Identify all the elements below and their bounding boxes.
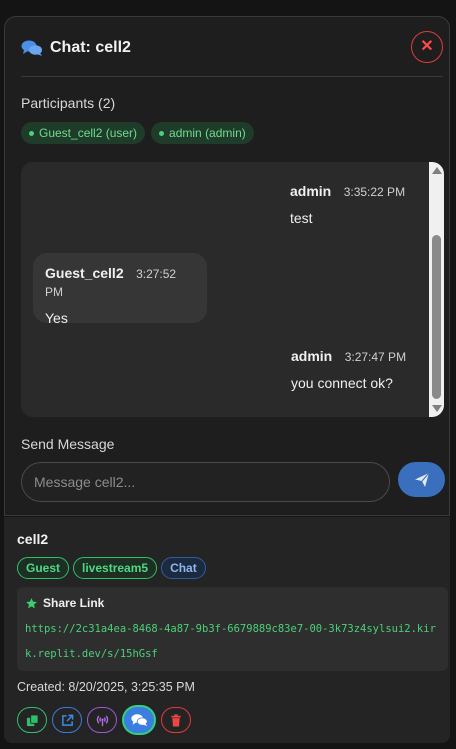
share-link-title: Share Link (43, 596, 105, 610)
delete-button[interactable] (161, 707, 191, 733)
message-scrollbar[interactable] (429, 162, 444, 417)
message-sender: admin (291, 348, 333, 364)
chat-title: Chat: cell2 (50, 39, 131, 56)
message-text: you connect ok? (291, 375, 393, 391)
message-time: 3:35:22 PM (343, 185, 406, 199)
broadcast-button[interactable] (87, 707, 117, 733)
session-title: cell2 (17, 531, 49, 547)
online-dot (29, 130, 34, 136)
session-tags: Guest livestream5 Chat (17, 557, 206, 579)
scroll-up-icon[interactable] (432, 167, 442, 174)
scroll-down-icon[interactable] (432, 405, 442, 412)
trash-icon (171, 713, 181, 727)
message-sender: Guest_cell2 (45, 265, 124, 281)
broadcast-icon (96, 714, 108, 726)
send-icon (414, 472, 429, 487)
close-icon: ✕ (420, 38, 434, 55)
message-time: 3:27:47 PM (344, 350, 407, 364)
tag-chat: Chat (161, 557, 206, 579)
message-list[interactable]: admin 3:35:22 PM test Guest_cell2 3:27:5… (21, 162, 444, 417)
send-button[interactable] (398, 462, 445, 497)
copy-button[interactable] (17, 707, 47, 733)
scrollbar-thumb[interactable] (432, 235, 441, 399)
message-item: admin 3:27:47 PM you connect ok? (291, 348, 406, 391)
tag-guest: Guest (17, 557, 70, 579)
star-icon (26, 597, 37, 608)
share-link-header: Share Link (25, 596, 104, 610)
participant-name: admin (admin) (169, 126, 246, 140)
chat-header: Chat: cell2 (21, 39, 131, 57)
card-actions (17, 705, 191, 735)
chat-icon (130, 714, 148, 727)
message-text: Yes (45, 310, 68, 326)
participants-label: Participants (2) (21, 95, 116, 111)
close-button[interactable]: ✕ (411, 31, 443, 63)
tag-stream: livestream5 (73, 557, 158, 579)
external-link-icon (61, 714, 73, 726)
copy-icon (26, 713, 39, 726)
message-text: test (290, 210, 313, 226)
message-item: admin 3:35:22 PM test (290, 183, 405, 226)
open-link-button[interactable] (52, 707, 82, 733)
message-item: Guest_cell2 3:27:52 PM Yes (33, 253, 207, 326)
chat-button[interactable] (122, 705, 156, 735)
chat-bubbles-icon (21, 40, 42, 56)
participant-name: Guest_cell2 (user) (39, 126, 138, 140)
session-card: cell2 Guest livestream5 Chat Share Link … (4, 517, 450, 743)
participants-list: Guest_cell2 (user) admin (admin) (21, 122, 254, 144)
online-dot (159, 130, 165, 136)
participant-chip: admin (admin) (151, 122, 254, 144)
message-input[interactable] (21, 462, 390, 502)
share-link-box: Share Link https://2c31a4ea-8468-4a87-9b… (17, 587, 448, 671)
send-message-label: Send Message (21, 436, 115, 452)
header-divider (21, 76, 443, 77)
message-sender: admin (290, 183, 332, 199)
chat-panel: Chat: cell2 ✕ Participants (2) Guest_cel… (4, 16, 450, 516)
share-link-url[interactable]: https://2c31a4ea-8468-4a87-9b3f-6679889c… (25, 617, 445, 667)
created-timestamp: Created: 8/20/2025, 3:25:35 PM (17, 680, 195, 694)
participant-chip: Guest_cell2 (user) (21, 122, 146, 144)
